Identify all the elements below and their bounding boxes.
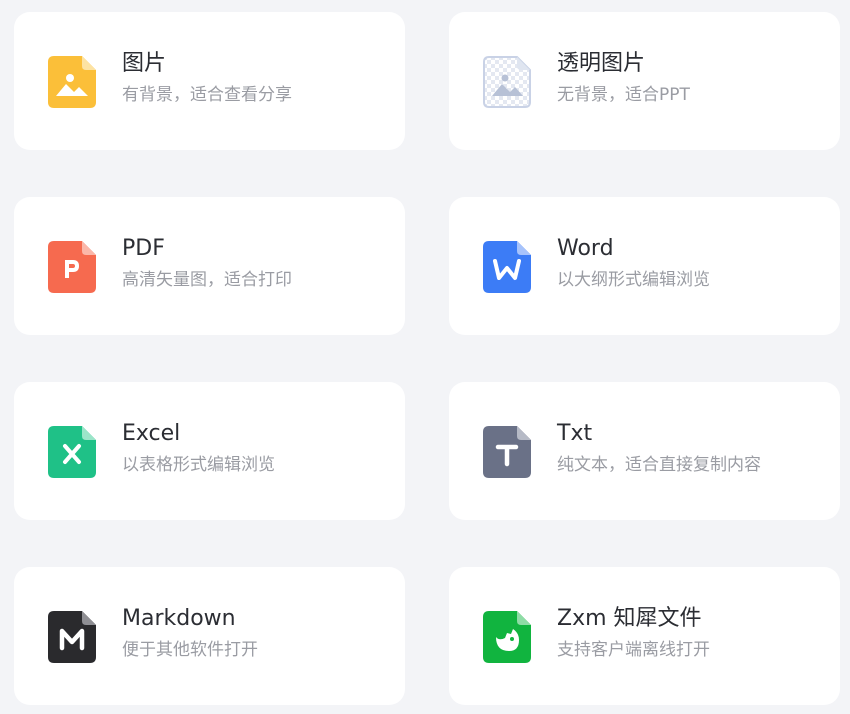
export-option-title: Excel xyxy=(122,421,181,446)
export-option-title: Txt xyxy=(557,421,593,446)
export-option-transparent-image[interactable]: 透明图片 无背景，适合PPT xyxy=(449,12,840,150)
export-option-pdf[interactable]: PDF 高清矢量图，适合打印 xyxy=(14,197,405,335)
txt-file-icon xyxy=(483,426,531,478)
export-option-title: Word xyxy=(557,236,614,261)
image-file-icon xyxy=(48,56,96,108)
export-option-title: Markdown xyxy=(122,606,236,631)
export-option-description: 便于其他软件打开 xyxy=(122,640,258,660)
export-option-description: 无背景，适合PPT xyxy=(557,85,690,105)
zxm-file-icon xyxy=(483,611,531,663)
export-option-zxm[interactable]: Zxm 知犀文件 支持客户端离线打开 xyxy=(449,567,840,705)
export-format-grid: 图片 有背景，适合查看分享 透明图片 无背景，适合PPT PDF 高清矢量图，适… xyxy=(14,12,840,705)
export-option-description: 高清矢量图，适合打印 xyxy=(122,270,292,290)
export-option-description: 以表格形式编辑浏览 xyxy=(122,455,275,475)
export-option-image[interactable]: 图片 有背景，适合查看分享 xyxy=(14,12,405,150)
export-option-title: PDF xyxy=(122,236,165,261)
export-option-markdown[interactable]: Markdown 便于其他软件打开 xyxy=(14,567,405,705)
export-option-description: 纯文本，适合直接复制内容 xyxy=(557,455,761,475)
word-file-icon xyxy=(483,241,531,293)
transparent-image-file-icon xyxy=(483,56,531,108)
export-option-word[interactable]: Word 以大纲形式编辑浏览 xyxy=(449,197,840,335)
export-option-txt[interactable]: Txt 纯文本，适合直接复制内容 xyxy=(449,382,840,520)
export-option-description: 支持客户端离线打开 xyxy=(557,640,710,660)
markdown-file-icon xyxy=(48,611,96,663)
export-option-description: 以大纲形式编辑浏览 xyxy=(557,270,710,290)
export-option-title: 图片 xyxy=(122,51,167,76)
export-option-title: 透明图片 xyxy=(557,51,646,76)
export-option-excel[interactable]: Excel 以表格形式编辑浏览 xyxy=(14,382,405,520)
export-option-description: 有背景，适合查看分享 xyxy=(122,85,292,105)
excel-file-icon xyxy=(48,426,96,478)
pdf-file-icon xyxy=(48,241,96,293)
export-option-title: Zxm 知犀文件 xyxy=(557,606,702,631)
